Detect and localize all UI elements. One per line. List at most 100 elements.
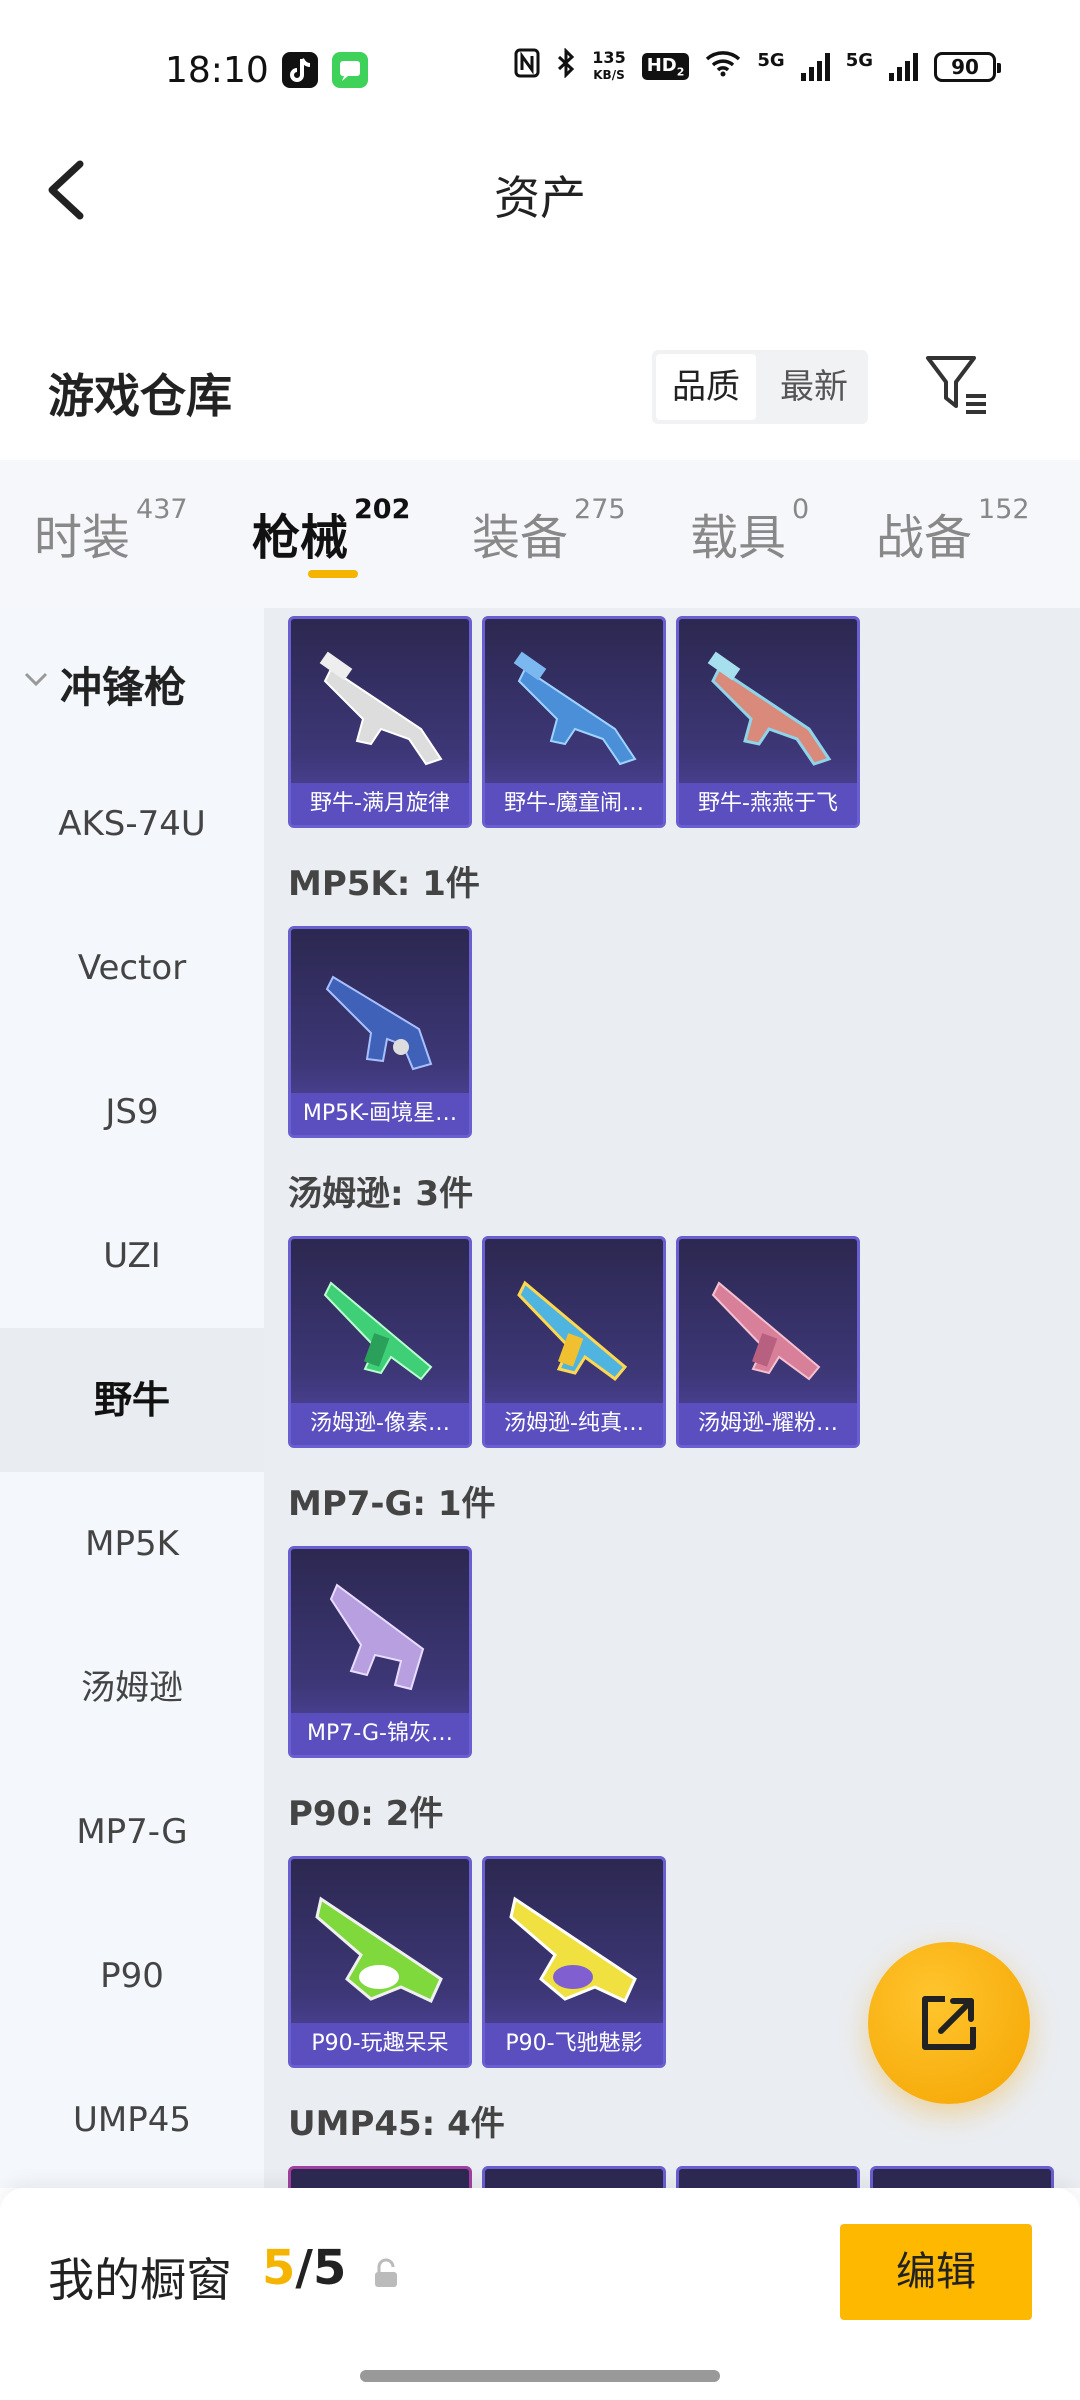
sidebar-item-ump45[interactable]: UMP45: [0, 2048, 264, 2192]
showcase-label: 我的橱窗: [48, 2253, 232, 2307]
tab-count: 152: [978, 494, 1030, 525]
skin-name: 野牛-魔童闹…: [485, 783, 663, 825]
tab-label: 载具: [690, 510, 787, 566]
group-label-ump45: UMP45: 4件: [288, 2104, 505, 2144]
skin-name: P90-玩趣呆呆: [291, 2023, 469, 2065]
skin-card[interactable]: 汤姆逊-耀粉…: [676, 1236, 860, 1448]
nfc-icon: [514, 48, 540, 85]
weapon-skin-image: [711, 1281, 821, 1381]
sort-latest[interactable]: 最新: [760, 350, 868, 424]
tab-firearms[interactable]: 枪械202: [252, 494, 410, 568]
tab-vehicles[interactable]: 载具0: [690, 494, 809, 568]
sidebar-item-aks74u[interactable]: AKS-74U: [0, 752, 264, 896]
skin-card[interactable]: 野牛-魔童闹…: [482, 616, 666, 828]
net-speed-unit: KB/S: [593, 68, 625, 82]
group-label-thompson: 汤姆逊: 3件: [288, 1174, 474, 1214]
tab-active-indicator: [308, 570, 358, 578]
tab-count: 0: [792, 494, 810, 525]
tab-count: 275: [574, 494, 626, 525]
weapon-sidebar: 冲锋枪 AKS-74U Vector JS9 UZI 野牛 MP5K 汤姆逊 M…: [0, 608, 264, 2188]
wifi-icon: [705, 49, 741, 84]
skin-card[interactable]: [870, 2166, 1054, 2188]
sidebar-item-p90[interactable]: P90: [0, 1904, 264, 2048]
sidebar-item-thompson[interactable]: 汤姆逊: [0, 1616, 264, 1760]
sidebar-header-label: 冲锋枪: [60, 663, 187, 712]
skin-card[interactable]: 汤姆逊-像素…: [288, 1236, 472, 1448]
skin-card[interactable]: P90-玩趣呆呆: [288, 1856, 472, 2068]
group-label-mp7g: MP7-G: 1件: [288, 1484, 496, 1524]
weapon-skin-image: [707, 651, 832, 766]
sidebar-item-vector[interactable]: Vector: [0, 896, 264, 1040]
tab-label: 时装: [34, 510, 131, 566]
skin-card[interactable]: P90-飞驰魅影: [482, 1856, 666, 2068]
filter-button[interactable]: [922, 350, 992, 420]
category-tabs: 时装437 枪械202 装备275 载具0 战备152: [0, 460, 1080, 608]
skin-name: 汤姆逊-像素…: [291, 1403, 469, 1445]
weapon-skin-image: [329, 1583, 425, 1691]
sidebar-item-uzi[interactable]: UZI: [0, 1184, 264, 1328]
sidebar-header-smg[interactable]: 冲锋枪: [0, 608, 264, 752]
weapon-skin-image: [509, 1896, 637, 2003]
net-speed: 135 KB/S: [592, 50, 625, 83]
message-app-icon: [332, 52, 368, 88]
status-bar: 18:10 135 KB/S HD2 5G 5G 90: [0, 0, 1080, 140]
sidebar-item-js9[interactable]: JS9: [0, 1040, 264, 1184]
skin-card[interactable]: [676, 2166, 860, 2188]
lock-icon: [375, 2258, 397, 2287]
weapon-skin-image: [517, 1280, 628, 1382]
chevron-down-icon: [24, 672, 48, 687]
skin-card[interactable]: 野牛-满月旋律: [288, 616, 472, 828]
sim1-type: 5G: [757, 50, 785, 71]
share-icon: [922, 1996, 976, 2050]
skin-name: P90-飞驰魅影: [485, 2023, 663, 2065]
weapon-skin-image: [513, 651, 637, 766]
sidebar-item-mp5k[interactable]: MP5K: [0, 1472, 264, 1616]
skin-card[interactable]: MP7-G-锦灰…: [288, 1546, 472, 1758]
skin-card[interactable]: 汤姆逊-纯真…: [482, 1236, 666, 1448]
tab-label: 装备: [472, 510, 569, 566]
hd-sub: 2: [676, 65, 685, 79]
showcase-count-total: 5: [312, 2240, 347, 2296]
skin-name: 野牛-满月旋律: [291, 783, 469, 825]
asset-page: 18:10 135 KB/S HD2 5G 5G 90 资产 游戏仓库 品质 最…: [0, 0, 1080, 2400]
filter-icon: [926, 356, 986, 414]
skin-card[interactable]: 野牛-燕燕于飞: [676, 616, 860, 828]
showcase-count-sep: /: [295, 2240, 313, 2296]
sort-quality[interactable]: 品质: [656, 354, 756, 420]
status-right: 135 KB/S HD2 5G 5G 90: [514, 47, 1001, 85]
tab-fashion[interactable]: 时装437: [34, 494, 188, 568]
tab-count: 202: [354, 494, 411, 525]
home-indicator[interactable]: [360, 2370, 720, 2382]
bluetooth-icon: [556, 47, 576, 85]
showcase-count-current: 5: [262, 2240, 296, 2296]
sort-toggle: 品质 最新: [652, 350, 868, 424]
page-title: 资产: [494, 171, 586, 225]
share-button[interactable]: [868, 1942, 1030, 2104]
skin-name: 汤姆逊-耀粉…: [679, 1403, 857, 1445]
tiktok-icon: [282, 52, 318, 88]
signal-icon-2: [889, 52, 918, 81]
weapon-skin-image: [323, 1281, 433, 1381]
signal-icon: [800, 52, 830, 81]
skin-card[interactable]: MP5K-画境星…: [288, 926, 472, 1138]
status-time: 18:10: [165, 50, 269, 91]
edit-button[interactable]: 编辑: [840, 2224, 1032, 2320]
skin-name: 野牛-燕燕于飞: [679, 783, 857, 825]
sidebar-item-mp7g[interactable]: MP7-G: [0, 1760, 264, 1904]
skin-card[interactable]: [482, 2166, 666, 2188]
warehouse-title: 游戏仓库: [48, 369, 232, 423]
sidebar-item-bison[interactable]: 野牛: [0, 1328, 264, 1472]
skin-card[interactable]: [288, 2166, 472, 2188]
weapon-skin-image: [315, 1896, 443, 2003]
weapon-skin-image: [319, 651, 443, 766]
skin-name: MP5K-画境星…: [291, 1093, 469, 1135]
net-speed-value: 135: [592, 48, 626, 67]
tab-supplies[interactable]: 战备152: [876, 494, 1030, 568]
skin-name: MP7-G-锦灰…: [291, 1713, 469, 1755]
group-label-p90: P90: 2件: [288, 1794, 444, 1834]
tab-equipment[interactable]: 装备275: [472, 494, 626, 568]
showcase-bar: 我的橱窗 5/5 编辑: [0, 2188, 1080, 2400]
hd-label: HD: [646, 54, 677, 76]
tab-label: 枪械: [252, 510, 349, 566]
sim2-type: 5G: [845, 50, 873, 71]
